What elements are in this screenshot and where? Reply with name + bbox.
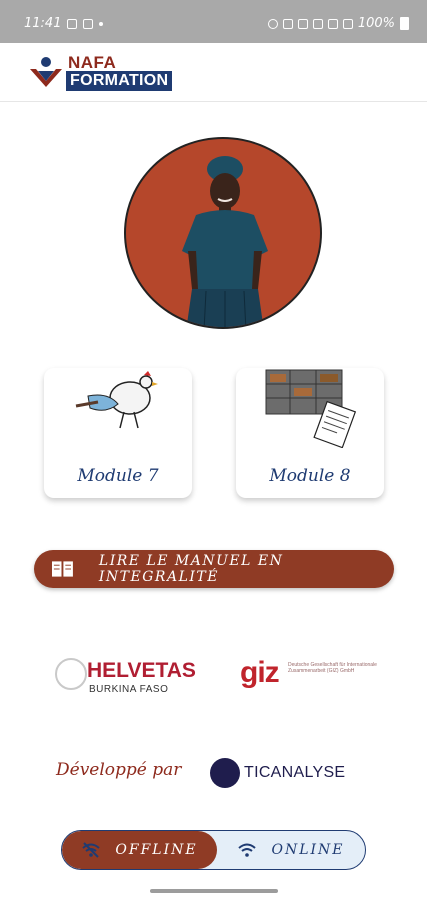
connection-mode-toggle[interactable]: OFFLINE ONLINE (61, 830, 366, 870)
status-time: 11:41 (24, 16, 62, 31)
signal-icon-2 (342, 18, 353, 29)
instructor-avatar (124, 137, 322, 329)
helvetas-logo: HELVETAS BURKINA FASO (55, 656, 196, 698)
module-7-label: Module 7 (77, 466, 159, 486)
gallery-icon (67, 18, 78, 29)
battery-icon (400, 17, 409, 30)
module-8-card[interactable]: Module 8 (236, 368, 384, 498)
alarm-icon (267, 18, 278, 29)
warehouse-icon (265, 369, 357, 448)
ticanalyse-logo: TICANALYSE (210, 756, 370, 790)
offline-label: OFFLINE (115, 842, 198, 858)
helvetas-name: HELVETAS (87, 659, 196, 682)
module-7-card[interactable]: Module 7 (44, 368, 192, 498)
wifi-icon (312, 18, 323, 29)
wifi-icon (238, 843, 257, 857)
online-option[interactable]: ONLINE (217, 831, 365, 869)
woman-illustration-icon (182, 156, 268, 327)
online-label: ONLINE (271, 842, 345, 858)
read-full-manual-label: LIRE LE MANUEL EN INTEGRALITÉ (98, 553, 284, 585)
logo-nafa-text: NAFA (68, 53, 117, 72)
app-header: NAFA FORMATION (0, 43, 427, 102)
logo-mark-icon (30, 57, 62, 87)
notification-icon (83, 18, 94, 29)
book-icon (52, 561, 73, 577)
ticanalyse-mark-icon (210, 758, 240, 788)
nafa-formation-logo: NAFA FORMATION (28, 53, 198, 93)
signal-icon (327, 18, 338, 29)
module-8-label: Module 8 (269, 466, 351, 486)
developed-by-label: Développé par (56, 760, 182, 780)
giz-subtitle: Deutsche Gesellschaft für Internationale… (288, 662, 377, 674)
logo-formation-text: FORMATION (66, 71, 173, 91)
mute-icon (297, 18, 308, 29)
home-indicator[interactable] (150, 889, 278, 893)
read-full-manual-button[interactable]: LIRE LE MANUEL EN INTEGRALITÉ (34, 550, 394, 588)
more-notifications-icon (99, 21, 104, 26)
chicken-icon (75, 371, 158, 429)
globe-icon (55, 658, 87, 690)
helvetas-subtitle: BURKINA FASO (89, 684, 169, 695)
ticanalyse-name: TICANALYSE (244, 764, 346, 781)
bluetooth-icon (282, 18, 293, 29)
wifi-off-icon (82, 842, 101, 858)
offline-option[interactable]: OFFLINE (62, 831, 217, 869)
giz-logo: giz Deutsche Gesellschaft für Internatio… (240, 656, 380, 698)
status-bar: 11:41 100% (0, 0, 427, 43)
giz-name: giz (240, 656, 280, 689)
battery-percentage: 100% (357, 16, 395, 31)
